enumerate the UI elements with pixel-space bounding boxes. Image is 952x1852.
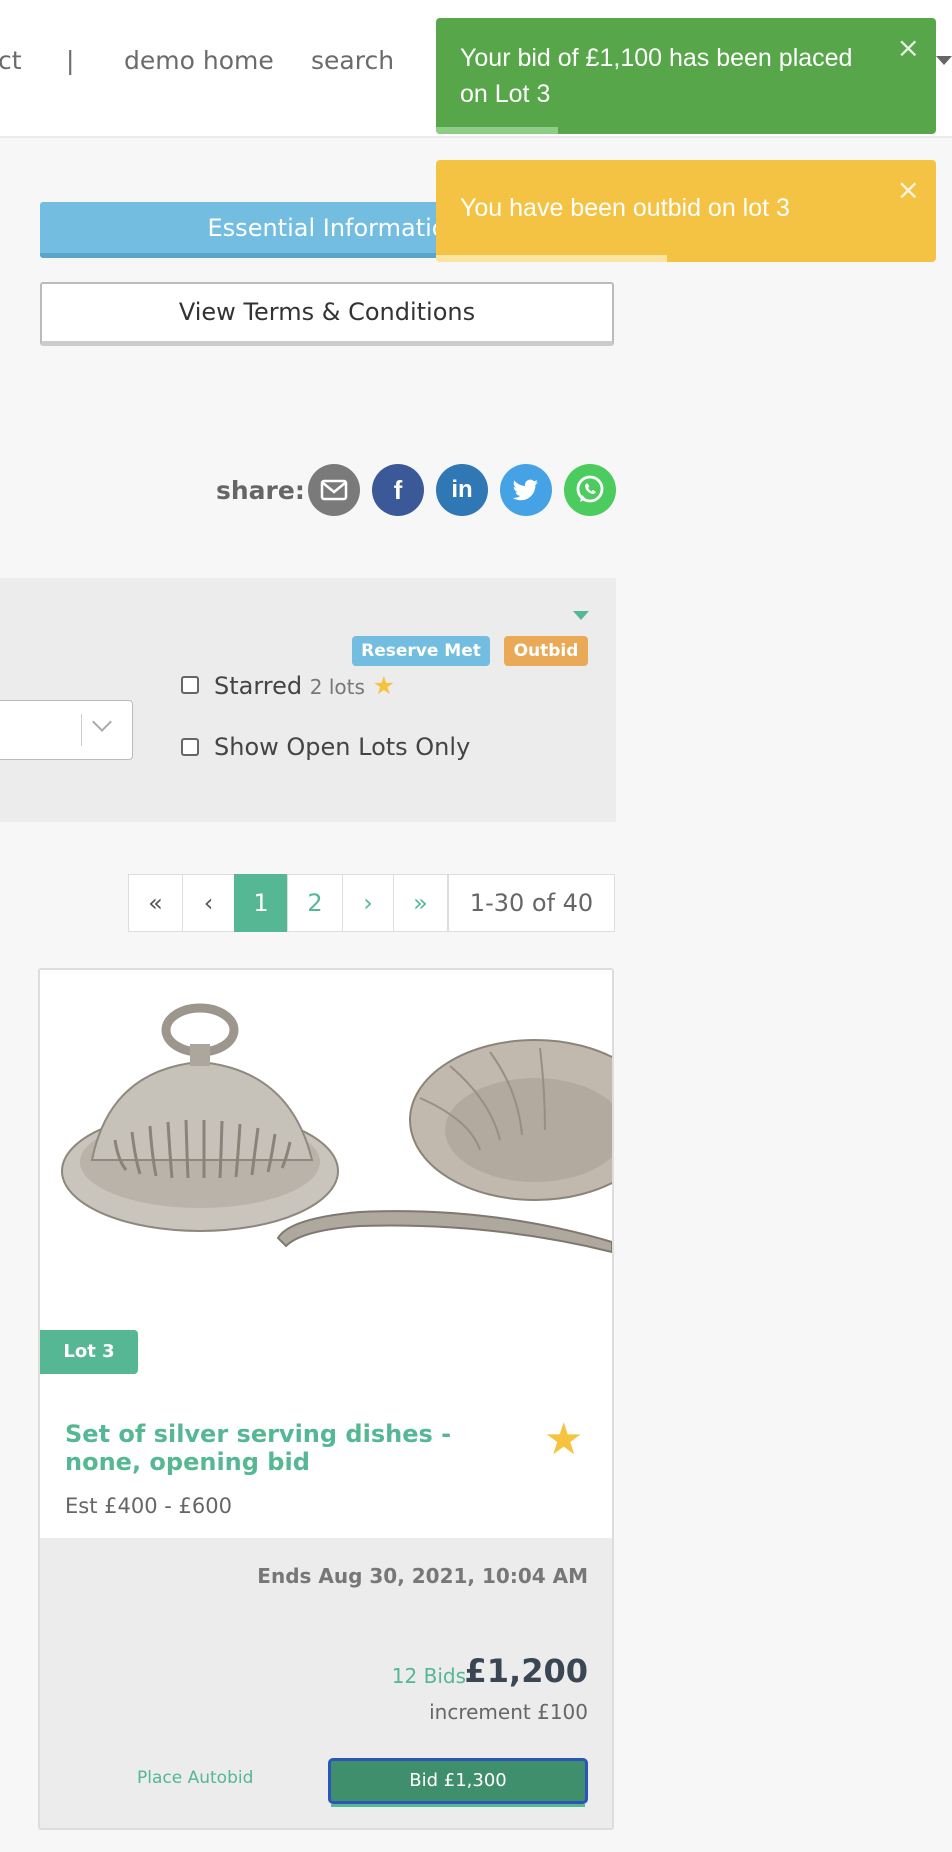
current-price: £1,200: [464, 1652, 588, 1690]
chevron-down-icon: [92, 712, 112, 732]
starred-checkbox[interactable]: [181, 676, 199, 694]
outbid-toast[interactable]: You have been outbid on lot 3 ×: [436, 160, 936, 262]
bid-placed-toast[interactable]: Your bid of £1,100 has been placed on Lo…: [436, 18, 936, 134]
close-icon[interactable]: ×: [897, 172, 920, 208]
share-label: share:: [216, 476, 305, 505]
bid-increment: increment £100: [429, 1700, 588, 1724]
lot-image[interactable]: [40, 970, 612, 1362]
pagination-next[interactable]: ›: [342, 874, 394, 932]
lot-title[interactable]: Set of silver serving dishes - none, ope…: [65, 1420, 505, 1476]
nav-item-demo-home[interactable]: demo home: [124, 46, 274, 75]
lot-estimate: Est £400 - £600: [65, 1494, 232, 1518]
pagination-first[interactable]: «: [128, 874, 183, 932]
email-icon[interactable]: [308, 464, 360, 516]
toast-progress-bar: [436, 255, 667, 262]
nav-dropdown-caret-icon[interactable]: [936, 56, 952, 65]
open-lots-label[interactable]: Show Open Lots Only: [214, 733, 470, 761]
outbid-badge: Outbid: [504, 636, 588, 666]
view-terms-button[interactable]: View Terms & Conditions: [40, 282, 614, 346]
outbid-message: You have been outbid on lot 3: [460, 194, 790, 222]
close-icon[interactable]: ×: [897, 30, 920, 66]
starred-count: 2 lots: [309, 675, 365, 699]
lot-end-time: Ends Aug 30, 2021, 10:04 AM: [257, 1564, 588, 1588]
starred-label: Starred: [214, 672, 303, 700]
facebook-icon[interactable]: f: [372, 464, 424, 516]
star-icon: ★: [372, 671, 395, 700]
bid-placed-message: Your bid of £1,100 has been placed on Lo…: [460, 44, 853, 108]
nav-separator: |: [66, 46, 75, 75]
nav-item-contact[interactable]: ct: [0, 46, 22, 75]
starred-filter-label[interactable]: Starred 2 lots ★: [214, 671, 395, 700]
pagination-page-2[interactable]: 2: [287, 874, 343, 932]
select-separator: [81, 714, 82, 746]
star-icon[interactable]: ★: [544, 1414, 583, 1465]
whatsapp-icon[interactable]: [564, 464, 616, 516]
bid-button-underline: [331, 1804, 585, 1807]
pagination-prev[interactable]: ‹: [182, 874, 235, 932]
filter-toggle-caret-icon[interactable]: [573, 611, 589, 620]
twitter-icon[interactable]: [500, 464, 552, 516]
bid-count[interactable]: 12 Bids: [392, 1664, 466, 1688]
toast-progress-bar: [436, 127, 558, 134]
sort-select[interactable]: [0, 700, 133, 760]
pagination-last[interactable]: »: [393, 874, 448, 932]
nav-item-search[interactable]: search: [311, 46, 394, 75]
reserve-met-badge: Reserve Met: [352, 636, 490, 666]
bid-button[interactable]: Bid £1,300: [328, 1758, 588, 1804]
lot-number-badge: Lot 3: [40, 1330, 138, 1374]
outbid-label: Outbid: [513, 641, 579, 661]
open-lots-checkbox[interactable]: [181, 738, 199, 756]
pagination-range: 1-30 of 40: [448, 874, 615, 932]
linkedin-icon[interactable]: in: [436, 464, 488, 516]
place-autobid-link[interactable]: Place Autobid: [137, 1768, 253, 1788]
pagination-page-1[interactable]: 1: [234, 874, 288, 932]
reserve-met-label: Reserve Met: [361, 641, 481, 661]
